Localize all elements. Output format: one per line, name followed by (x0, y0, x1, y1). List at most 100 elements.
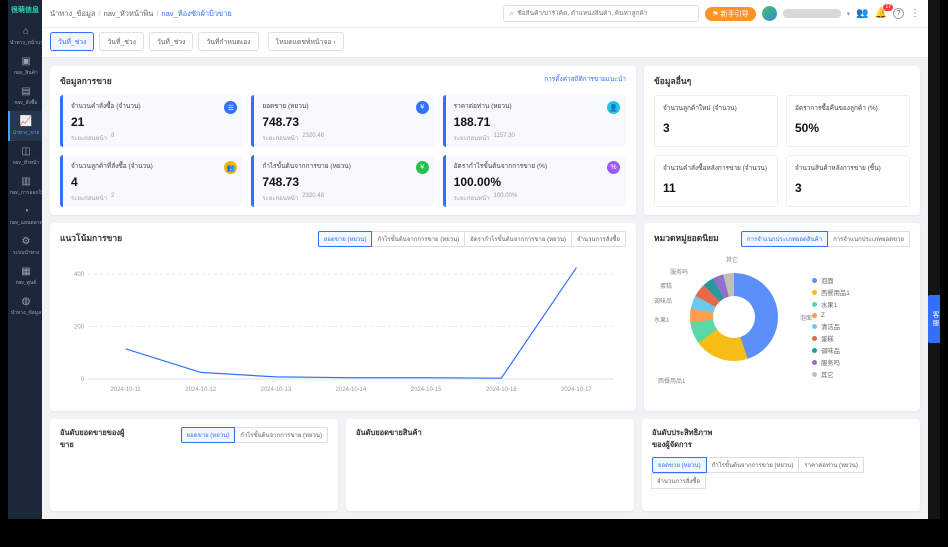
legend-item[interactable]: 泡面 (812, 276, 910, 285)
card-title: ข้อมูลอื่นๆ (654, 74, 691, 88)
sidebar-item-invoicing[interactable]: ▥ nav_การออกใบแจ้งหนี้ (8, 171, 42, 201)
manager-rank-toggle: ยอดขาย (หยวน) กำไรขั้นต้นจากการขาย (หยวน… (652, 457, 910, 489)
legend-label: 清洁品 (821, 322, 840, 331)
legend-item[interactable]: 调味品 (812, 346, 910, 355)
sidebar-item-sales-data[interactable]: 📈 นำทาง_ขาย (8, 111, 42, 141)
prev-value: 2320.48 (302, 193, 324, 203)
chevron-down-icon[interactable]: ▾ (847, 10, 851, 18)
notification-bell-icon[interactable]: 🔔 17 (875, 8, 887, 20)
prev-label: ระยะก่อนหน้า (71, 133, 107, 143)
support-badge[interactable]: 客服 (928, 295, 940, 343)
tab-date-range-2[interactable]: วันที่_ช่วง (99, 32, 143, 51)
sidebar-item-label: นำทาง_ขาย (13, 129, 40, 137)
legend-item[interactable]: 其它 (812, 370, 910, 379)
svg-text:2024-10-12: 2024-10-12 (185, 387, 216, 393)
legend-dot (812, 336, 817, 341)
stat-tile-aftersale-orders: จำนวนคำสั่งซื้อหลังการขาย (จำนวน) 11 (654, 155, 778, 207)
legend-dot (812, 278, 817, 283)
marketing-icon: ◔ (23, 206, 29, 217)
sales-trend-chart: 02004002024-10-112024-10-122024-10-13202… (60, 253, 626, 395)
sales-settings-link[interactable]: การตั้งค่าสถิติการขายแนะนำ (544, 74, 626, 84)
toggle-sales[interactable]: ยอดขาย (หยวน) (652, 457, 707, 473)
account-switch-icon[interactable]: 👥 (856, 8, 868, 20)
other-data-card: ข้อมูลอื่นๆ จำนวนลูกค้าใหม่ (จำนวน) 3 อั… (644, 66, 920, 215)
toggle-sales[interactable]: ยอดขาย (หยวน) (318, 231, 373, 247)
data-icon: ◍ (22, 296, 31, 307)
legend-dot (812, 348, 817, 353)
sidebar-item-marketing[interactable]: ◔ nav_แผนตลาด (8, 201, 42, 231)
sidebar-item-home[interactable]: ⌂ นำทาง_หน้าแรก (8, 21, 42, 51)
search-icon: ⌕ (509, 8, 514, 19)
stat-value: 748.73 (262, 115, 426, 129)
sidebar-item-orders[interactable]: ▤ nav_สั่งซื้อ (8, 81, 42, 111)
toggle-sales[interactable]: ยอดขาย (หยวน) (181, 427, 236, 443)
legend-label: 服务吗 (821, 358, 840, 367)
home-icon: ⌂ (23, 26, 29, 37)
help-icon[interactable]: ? (893, 8, 904, 19)
breadcrumb-item[interactable]: นำทาง_ข้อมูล (50, 8, 96, 20)
dashboard-mode-button[interactable]: โหมดแดชท์หน้าจอ (268, 32, 344, 51)
category-donut-chart (690, 273, 778, 361)
card-title: อันดับประสิทธิภาพของผู้จัดการ (652, 427, 724, 451)
toggle-gross-profit[interactable]: กำไรขั้นต้นจากการขาย (หยวน) (706, 457, 800, 473)
more-menu-icon[interactable]: ⋮ (910, 8, 920, 20)
stat-value: 748.73 (262, 175, 426, 189)
toggle-order-count[interactable]: จำนวนการสั่งซื้อ (651, 473, 706, 489)
legend-item[interactable]: 西餐用品1 (812, 288, 910, 297)
center-icon: ▦ (21, 266, 30, 277)
card-title: แนวโน้มการขาย (60, 231, 122, 245)
search-input[interactable] (517, 10, 693, 17)
legend-item[interactable]: 清洁品 (812, 322, 910, 331)
breadcrumb-item[interactable]: nav_หัวหน้าพิน (99, 8, 154, 20)
avatar[interactable] (762, 6, 777, 21)
stat-label: กำไรขั้นต้นจากการขาย (หยวน) (262, 161, 426, 171)
card-title: อันดับยอดขายสินค้า (356, 427, 422, 439)
notification-badge: 17 (883, 4, 893, 11)
order-count-icon: ☰ (224, 101, 237, 114)
svg-text:2024-10-11: 2024-10-11 (110, 387, 141, 393)
toggle-gross-profit[interactable]: กำไรขั้นต้นจากการขาย (หยวน) (371, 231, 465, 247)
donut-legend: 泡面西餐用品1 水果1 Z 清洁品蛋糕调味品服务吗其它 (812, 251, 910, 403)
sales-data-card: ข้อมูลการขาย การตั้งค่าสถิติการขายแนะนำ … (50, 66, 636, 215)
legend-dot (812, 302, 817, 307)
sidebar-item-system[interactable]: ⚙ ระบบนำทาง (8, 231, 42, 261)
tab-custom-date[interactable]: วันที่กำหนดเอง (198, 32, 258, 51)
legend-item[interactable]: 服务吗 (812, 358, 910, 367)
toggle-gross-profit[interactable]: กำไรขั้นต้นจากการขาย (หยวน) (234, 427, 328, 443)
legend-item[interactable]: Z (812, 312, 910, 319)
toggle-category-by-items[interactable]: การจำแนกประเภทยอดสินค้า (741, 231, 828, 247)
app-window: 很萌信息 ⌂ นำทาง_หน้าแรก ▣ nav_สินค้า ▤ nav_… (8, 0, 940, 519)
sidebar-item-data[interactable]: ◍ นำทาง_ข้อมูล (8, 291, 42, 321)
stat-value: 188.71 (454, 115, 618, 129)
sidebar-item-members[interactable]: ◫ nav_หัวหน้า (8, 141, 42, 171)
stat-tile-new-customers: จำนวนลูกค้าใหม่ (จำนวน) 3 (654, 95, 778, 147)
main-column: นำทาง_ข้อมูล nav_หัวหน้าพิน nav_ห้องซักผ… (42, 0, 928, 519)
stat-label: จำนวนสินค้าหลังการขาย (ชิ้น) (795, 163, 901, 173)
stat-label: อัตราการซื้อคืนของลูกค้า (%) (795, 103, 901, 113)
tab-date-range-1[interactable]: วันที่_ช่วง (50, 32, 94, 51)
toggle-per-customer[interactable]: ราคาต่อท่าน (หยวน) (798, 457, 864, 473)
stat-tile-order-count: จำนวนคำสั่งซื้อ (จำนวน) 21 ระยะก่อนหน้า8… (60, 95, 243, 147)
donut-callout: 西餐用品1 (658, 376, 685, 385)
stat-label: จำนวนลูกค้าที่สั่งซื้อ (จำนวน) (71, 161, 235, 171)
invoice-icon: ▥ (21, 176, 30, 187)
toggle-profit-rate[interactable]: อัตรากำไรขั้นต้นจากการขาย (หยวน) (464, 231, 572, 247)
legend-item[interactable]: 蛋糕 (812, 334, 910, 343)
legend-label: 西餐用品1 (821, 288, 850, 297)
manager-performance-card: อันดับประสิทธิภาพของผู้จัดการ ยอดขาย (หย… (642, 419, 920, 511)
prev-value: 2320.48 (302, 133, 324, 143)
toggle-category-by-sales[interactable]: การจำแนกประเภทยอดขาย (827, 231, 910, 247)
stat-value: 3 (663, 121, 769, 135)
sidebar-item-center[interactable]: ▦ nav_ศูนย์ (8, 261, 42, 291)
sidebar-item-goods[interactable]: ▣ nav_สินค้า (8, 51, 42, 81)
newbie-guide-button[interactable]: ⚑ 新手引导 (705, 7, 755, 21)
prev-label: ระยะก่อนหน้า (262, 193, 298, 203)
donut-callout: 服务吗 (670, 267, 688, 276)
stat-label: จำนวนคำสั่งซื้อหลังการขาย (จำนวน) (663, 163, 769, 173)
tab-date-range-3[interactable]: วันที่_ช่วง (149, 32, 193, 51)
legend-item[interactable]: 水果1 (812, 300, 910, 309)
toggle-order-count[interactable]: จำนวนการสั่งซื้อ (571, 231, 626, 247)
legend-label: 水果1 (821, 300, 837, 309)
top-categories-card: หมวดหมู่ยอดนิยม การจำแนกประเภทยอดสินค้า … (644, 223, 920, 411)
stat-tile-customer-count: จำนวนลูกค้าที่สั่งซื้อ (จำนวน) 4 ระยะก่อ… (60, 155, 243, 207)
